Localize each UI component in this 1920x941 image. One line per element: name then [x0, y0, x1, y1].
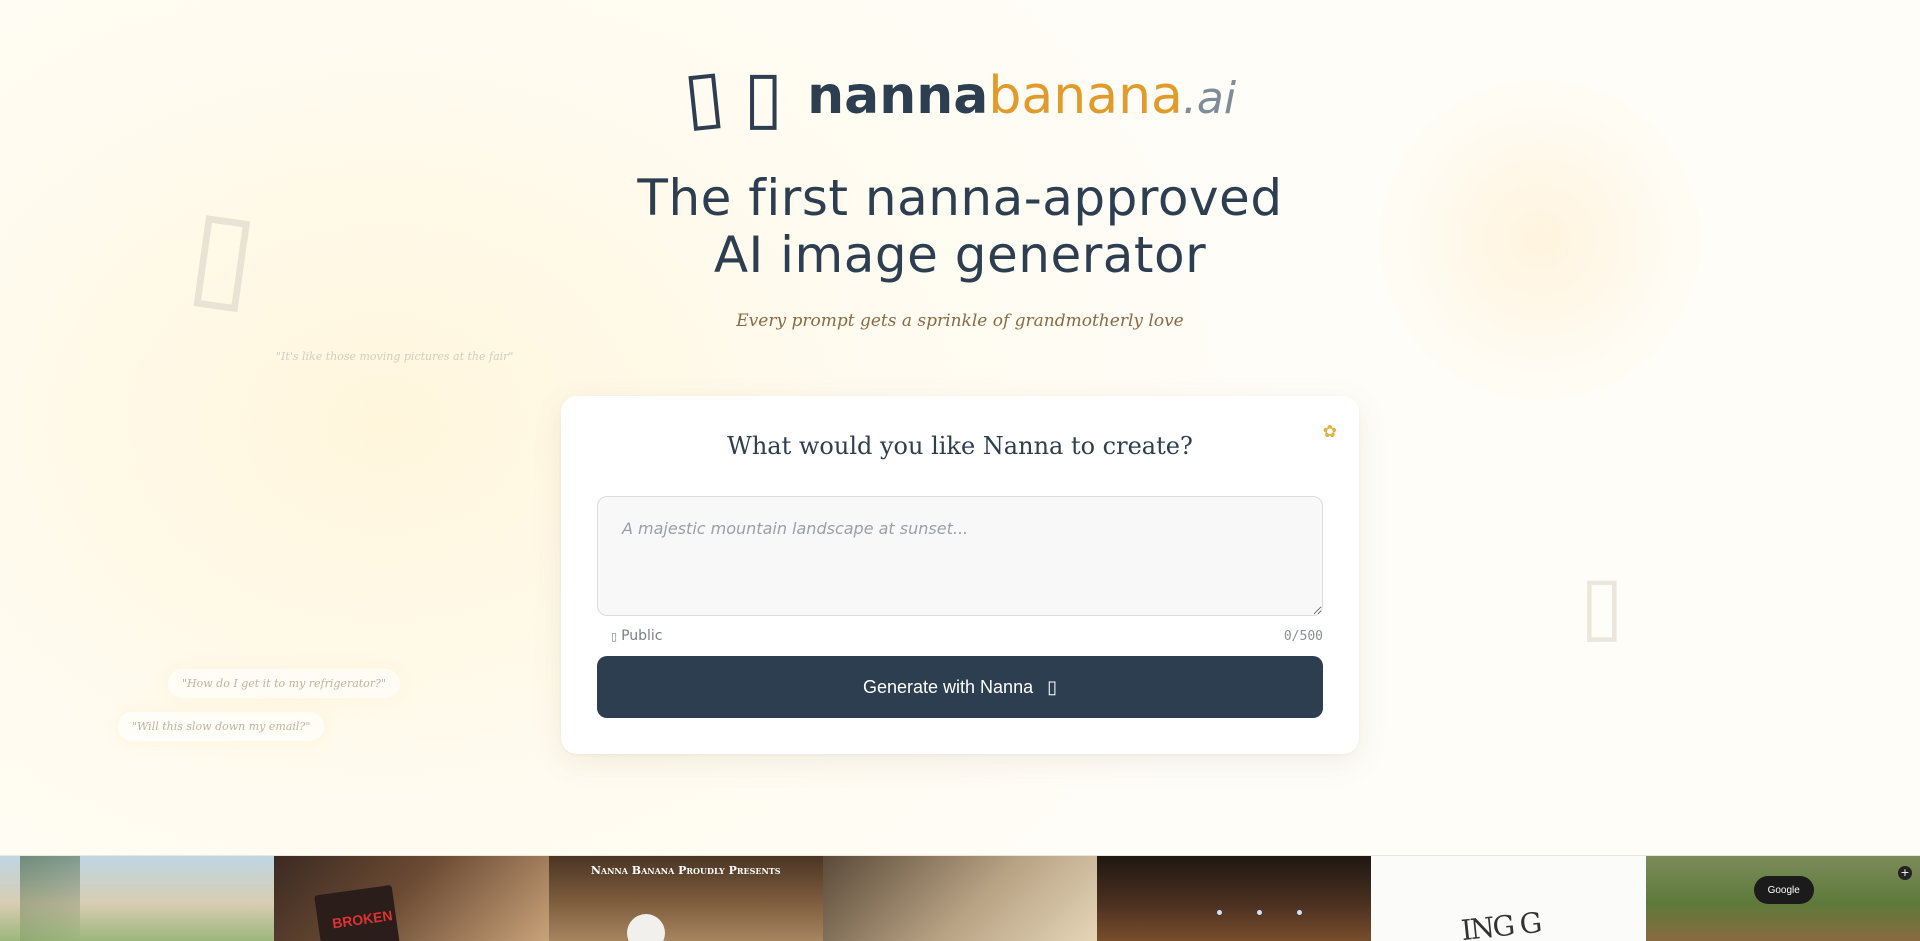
gallery-image-hobbit-house[interactable]: Google +: [1645, 856, 1920, 941]
gallery-image-sketch[interactable]: ING G: [1371, 856, 1646, 941]
headline-line-2: AI image generator: [713, 226, 1207, 284]
plus-icon: +: [1897, 866, 1912, 880]
generate-button-label: Generate with Nanna: [862, 676, 1034, 697]
visibility-toggle[interactable]: ▯ Public: [597, 628, 663, 644]
wordmark-nanna: nanna: [807, 66, 989, 126]
site-logo[interactable]: ▯ ▯ nannabanana.ai: [0, 52, 1920, 140]
gallery-image-jazz-club[interactable]: [1097, 856, 1372, 941]
sparkle-icon[interactable]: ✿: [1323, 422, 1337, 442]
globe-icon: ▯: [611, 630, 618, 643]
book-text: BROKEN: [331, 907, 394, 932]
nanna-icon: ▯: [679, 52, 728, 140]
gallery-tile-title: Nanna Banana Proudly Presents: [590, 864, 781, 877]
wordmark-banana: banana: [988, 66, 1183, 126]
generator-card: What would you like Nanna to create? ✿ ▯…: [561, 396, 1359, 754]
flower-emblem: [626, 914, 665, 941]
gallery-image-broken-book[interactable]: BROKEN: [274, 856, 549, 941]
sketch-text: ING G: [1459, 905, 1543, 941]
visibility-label: Public: [621, 628, 663, 644]
prompt-meta-row: ▯ Public 0/500: [597, 628, 1323, 644]
wordmark-ai: .ai: [1182, 73, 1237, 124]
background-quote: "It's like those moving pictures at the …: [276, 350, 514, 363]
generator-title: What would you like Nanna to create?: [727, 432, 1193, 460]
google-pill: Google: [1753, 876, 1814, 904]
gallery-image-living-room[interactable]: [822, 856, 1098, 941]
gallery-image-beach[interactable]: [0, 856, 275, 941]
wordmark: nannabanana.ai: [807, 70, 1236, 122]
image-gallery: BROKEN Nanna Banana Proudly Presents ING…: [0, 855, 1920, 941]
tagline: Every prompt gets a sprinkle of grandmot…: [736, 311, 1184, 331]
sparkle-button-icon: ▯: [1047, 676, 1057, 697]
prompt-input[interactable]: [597, 496, 1323, 616]
generate-button[interactable]: Generate with Nanna ▯: [597, 656, 1323, 718]
character-counter: 0/500: [1283, 628, 1323, 644]
stage-light: [1297, 910, 1303, 915]
background-quote: "How do I get it to my refrigerator?": [168, 669, 401, 698]
book-illustration: BROKEN: [314, 884, 401, 941]
gallery-image-presents[interactable]: Nanna Banana Proudly Presents: [548, 856, 823, 941]
page-headline: The first nanna-approved AI image genera…: [0, 170, 1920, 284]
background-quote: "Will this slow down my email?": [118, 712, 325, 741]
banana-icon: ▯: [743, 54, 784, 138]
ghost-nanna-icon: ▯: [1580, 558, 1625, 651]
stage-light: [1217, 910, 1223, 915]
headline-line-1: The first nanna-approved: [637, 169, 1283, 227]
stage-light: [1257, 910, 1263, 915]
